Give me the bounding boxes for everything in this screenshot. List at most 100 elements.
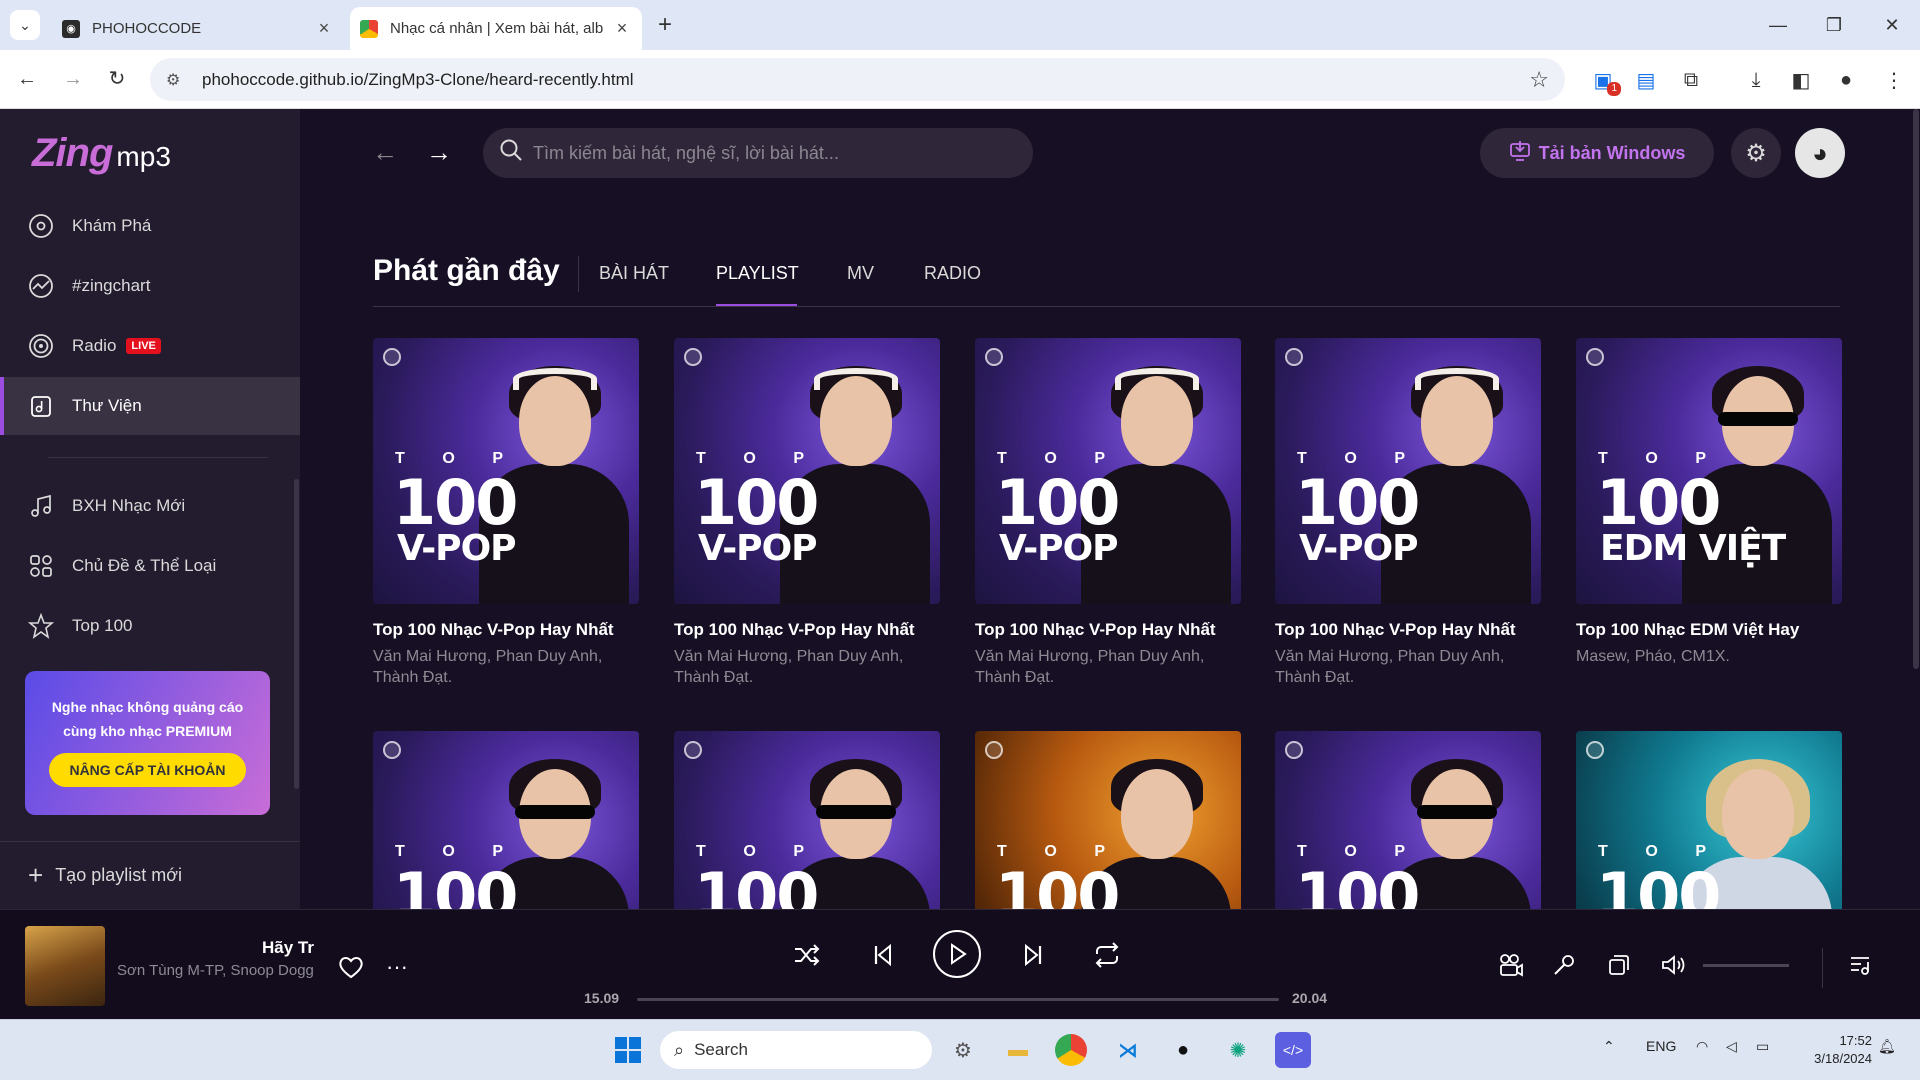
history-forward-arrow-icon[interactable]: → xyxy=(426,137,452,168)
more-options-icon[interactable]: ··· xyxy=(380,950,414,984)
upgrade-account-button[interactable]: NÂNG CẤP TÀI KHOẢN xyxy=(49,753,246,787)
chatgpt-icon[interactable]: ✺ xyxy=(1220,1032,1256,1068)
close-window-icon[interactable]: ✕ xyxy=(1872,12,1912,38)
windows-start-icon[interactable] xyxy=(610,1032,646,1068)
tab-bai-hat[interactable]: BÀI HÁT xyxy=(599,263,669,284)
progress-bar[interactable] xyxy=(637,998,1279,1001)
chrome-app-icon[interactable] xyxy=(1055,1034,1087,1066)
playlist-title[interactable]: Top 100 Nhạc V-Pop Hay Nhất xyxy=(674,620,940,640)
next-track-icon[interactable] xyxy=(1016,938,1050,972)
logo-suffix: mp3 xyxy=(116,141,171,172)
browser-menu-icon[interactable]: ⋮ xyxy=(1878,64,1910,96)
disc-icon xyxy=(28,213,54,239)
language-indicator[interactable]: ENG xyxy=(1646,1038,1676,1054)
taskbar-search[interactable]: ⌕ Search xyxy=(660,1031,932,1069)
site-info-icon[interactable]: ⚙ xyxy=(166,70,192,90)
main-scrollbar[interactable] xyxy=(1913,109,1919,669)
address-bar[interactable]: ⚙ phohoccode.github.io/ZingMp3-Clone/hea… xyxy=(150,58,1565,101)
tab-playlist[interactable]: PLAYLIST xyxy=(716,263,799,284)
battery-icon[interactable]: ▭ xyxy=(1756,1038,1769,1055)
tabs-divider xyxy=(373,306,1840,307)
sidebar-item-kham-pha[interactable]: Khám Phá xyxy=(0,197,300,255)
back-arrow-icon[interactable]: ← xyxy=(12,64,42,94)
playlist-card[interactable]: T O P 100 V-POP Top 100 Nhạc V-Pop Hay Nhất Vă… xyxy=(373,338,639,688)
restore-window-icon[interactable]: ❐ xyxy=(1814,12,1854,38)
bookmark-star-icon[interactable]: ☆ xyxy=(1529,67,1549,93)
category-icon xyxy=(28,553,54,579)
user-avatar[interactable]: ◕ xyxy=(1795,128,1845,178)
karaoke-mic-icon[interactable] xyxy=(1547,948,1581,982)
sidebar-scrollbar[interactable] xyxy=(294,479,299,789)
browser-tab-zingmp3[interactable]: Nhạc cá nhân | Xem bài hát, alb × xyxy=(350,7,642,50)
now-playing-title[interactable]: Hãy Tr xyxy=(120,938,314,958)
sidebar-item-thu-vien[interactable]: Thư Viện xyxy=(0,377,300,435)
code-editor-icon[interactable]: </> xyxy=(1275,1032,1311,1068)
extensions-puzzle-icon[interactable]: ⧉ xyxy=(1675,64,1707,96)
close-tab-icon[interactable]: × xyxy=(314,18,334,39)
tab-radio[interactable]: RADIO xyxy=(924,263,981,284)
playlist-card[interactable]: T O P 100 V-POP Top 100 Nhạc V-Pop Hay Nhất Vă… xyxy=(975,338,1241,688)
now-playing-artist[interactable]: Sơn Tùng M-TP, Snoop Dogg xyxy=(117,962,314,979)
speaker-icon[interactable]: ◁ xyxy=(1726,1038,1737,1055)
shuffle-icon[interactable] xyxy=(790,938,824,972)
search-bar[interactable] xyxy=(483,128,1033,178)
heart-icon[interactable] xyxy=(334,950,368,984)
profile-icon[interactable]: ● xyxy=(1830,64,1862,96)
create-playlist-button[interactable]: + Tạo playlist mới xyxy=(0,841,300,909)
previous-track-icon[interactable] xyxy=(866,938,900,972)
minimize-window-icon[interactable]: — xyxy=(1758,12,1798,38)
tray-chevron-icon[interactable]: ⌃ xyxy=(1603,1038,1615,1055)
notification-bell-icon[interactable]: 🔔︎ xyxy=(1878,1038,1896,1055)
playlist-queue-icon[interactable] xyxy=(1843,948,1877,982)
browser-tab-phohoccode[interactable]: ◉ PHOHOCCODE × xyxy=(52,7,344,50)
history-back-arrow-icon[interactable]: ← xyxy=(372,137,398,168)
search-input[interactable] xyxy=(533,142,1013,164)
sidebar-item-radio[interactable]: Radio LIVE xyxy=(0,317,300,375)
playlist-card[interactable]: T O P 100 EDM VIỆT Top 100 Nhạc EDM Việt Hay M… xyxy=(1576,338,1842,667)
tab-list-chevron-icon[interactable]: ⌄ xyxy=(10,10,40,40)
zingmp3-logo[interactable]: Zing mp3 xyxy=(32,131,171,176)
sidebar-item-chu-de-the-loai[interactable]: Chủ Đề & Thể Loại xyxy=(0,537,300,595)
wifi-icon[interactable]: ◠ xyxy=(1696,1038,1708,1055)
close-tab-icon[interactable]: × xyxy=(612,18,632,39)
download-windows-button[interactable]: Tải bản Windows xyxy=(1480,128,1714,178)
github-icon[interactable]: ● xyxy=(1165,1032,1201,1068)
side-panel-icon[interactable]: ◧ xyxy=(1785,64,1817,96)
mini-player-icon[interactable] xyxy=(1602,948,1636,982)
now-playing-thumbnail[interactable] xyxy=(25,926,105,1006)
reload-icon[interactable]: ↻ xyxy=(102,64,132,94)
clipboard-extension-icon[interactable]: ▤ xyxy=(1630,64,1662,96)
player-divider xyxy=(1822,948,1823,988)
vscode-icon[interactable]: ⋊ xyxy=(1110,1032,1146,1068)
chrome-favicon-icon xyxy=(360,19,378,38)
playlist-cover[interactable]: T O P 100 V-POP xyxy=(373,338,639,604)
volume-icon[interactable] xyxy=(1656,948,1690,982)
sidebar-item-bxh-nhac-moi[interactable]: BXH Nhạc Mới xyxy=(0,477,300,535)
extension-icon[interactable]: ▣ 1 xyxy=(1587,64,1621,96)
repeat-icon[interactable] xyxy=(1090,938,1124,972)
volume-slider[interactable] xyxy=(1703,964,1789,967)
playlist-title[interactable]: Top 100 Nhạc V-Pop Hay Nhất xyxy=(373,620,639,640)
forward-arrow-icon[interactable]: → xyxy=(58,64,88,94)
file-explorer-icon[interactable]: ▬ xyxy=(1000,1032,1036,1068)
playlist-cover[interactable]: T O P 100 V-POP xyxy=(975,338,1241,604)
tab-mv[interactable]: MV xyxy=(847,263,874,284)
settings-app-icon[interactable]: ⚙ xyxy=(945,1032,981,1068)
playlist-cover[interactable]: T O P 100 EDM VIỆT xyxy=(1576,338,1842,604)
playlist-cover[interactable]: T O P 100 V-POP xyxy=(1275,338,1541,604)
playlist-cover[interactable]: T O P 100 V-POP xyxy=(674,338,940,604)
sidebar-item-top-100[interactable]: Top 100 xyxy=(0,597,300,655)
new-tab-plus-icon[interactable]: + xyxy=(652,12,678,38)
playlist-title[interactable]: Top 100 Nhạc V-Pop Hay Nhất xyxy=(975,620,1241,640)
playlist-title[interactable]: Top 100 Nhạc EDM Việt Hay xyxy=(1576,620,1842,640)
settings-gear-icon[interactable]: ⚙ xyxy=(1731,128,1781,178)
play-button[interactable] xyxy=(933,930,981,978)
playlist-card[interactable]: T O P 100 V-POP Top 100 Nhạc V-Pop Hay Nhất Vă… xyxy=(1275,338,1541,688)
sidebar-item-zingchart[interactable]: #zingchart xyxy=(0,257,300,315)
download-icon[interactable]: ⤓ xyxy=(1740,64,1772,96)
system-clock[interactable]: 17:52 3/18/2024 xyxy=(1792,1032,1872,1068)
download-windows-label: Tải bản Windows xyxy=(1538,142,1686,163)
mv-icon[interactable] xyxy=(1494,948,1528,982)
playlist-title[interactable]: Top 100 Nhạc V-Pop Hay Nhất xyxy=(1275,620,1541,640)
playlist-card[interactable]: T O P 100 V-POP Top 100 Nhạc V-Pop Hay Nhất Vă… xyxy=(674,338,940,688)
